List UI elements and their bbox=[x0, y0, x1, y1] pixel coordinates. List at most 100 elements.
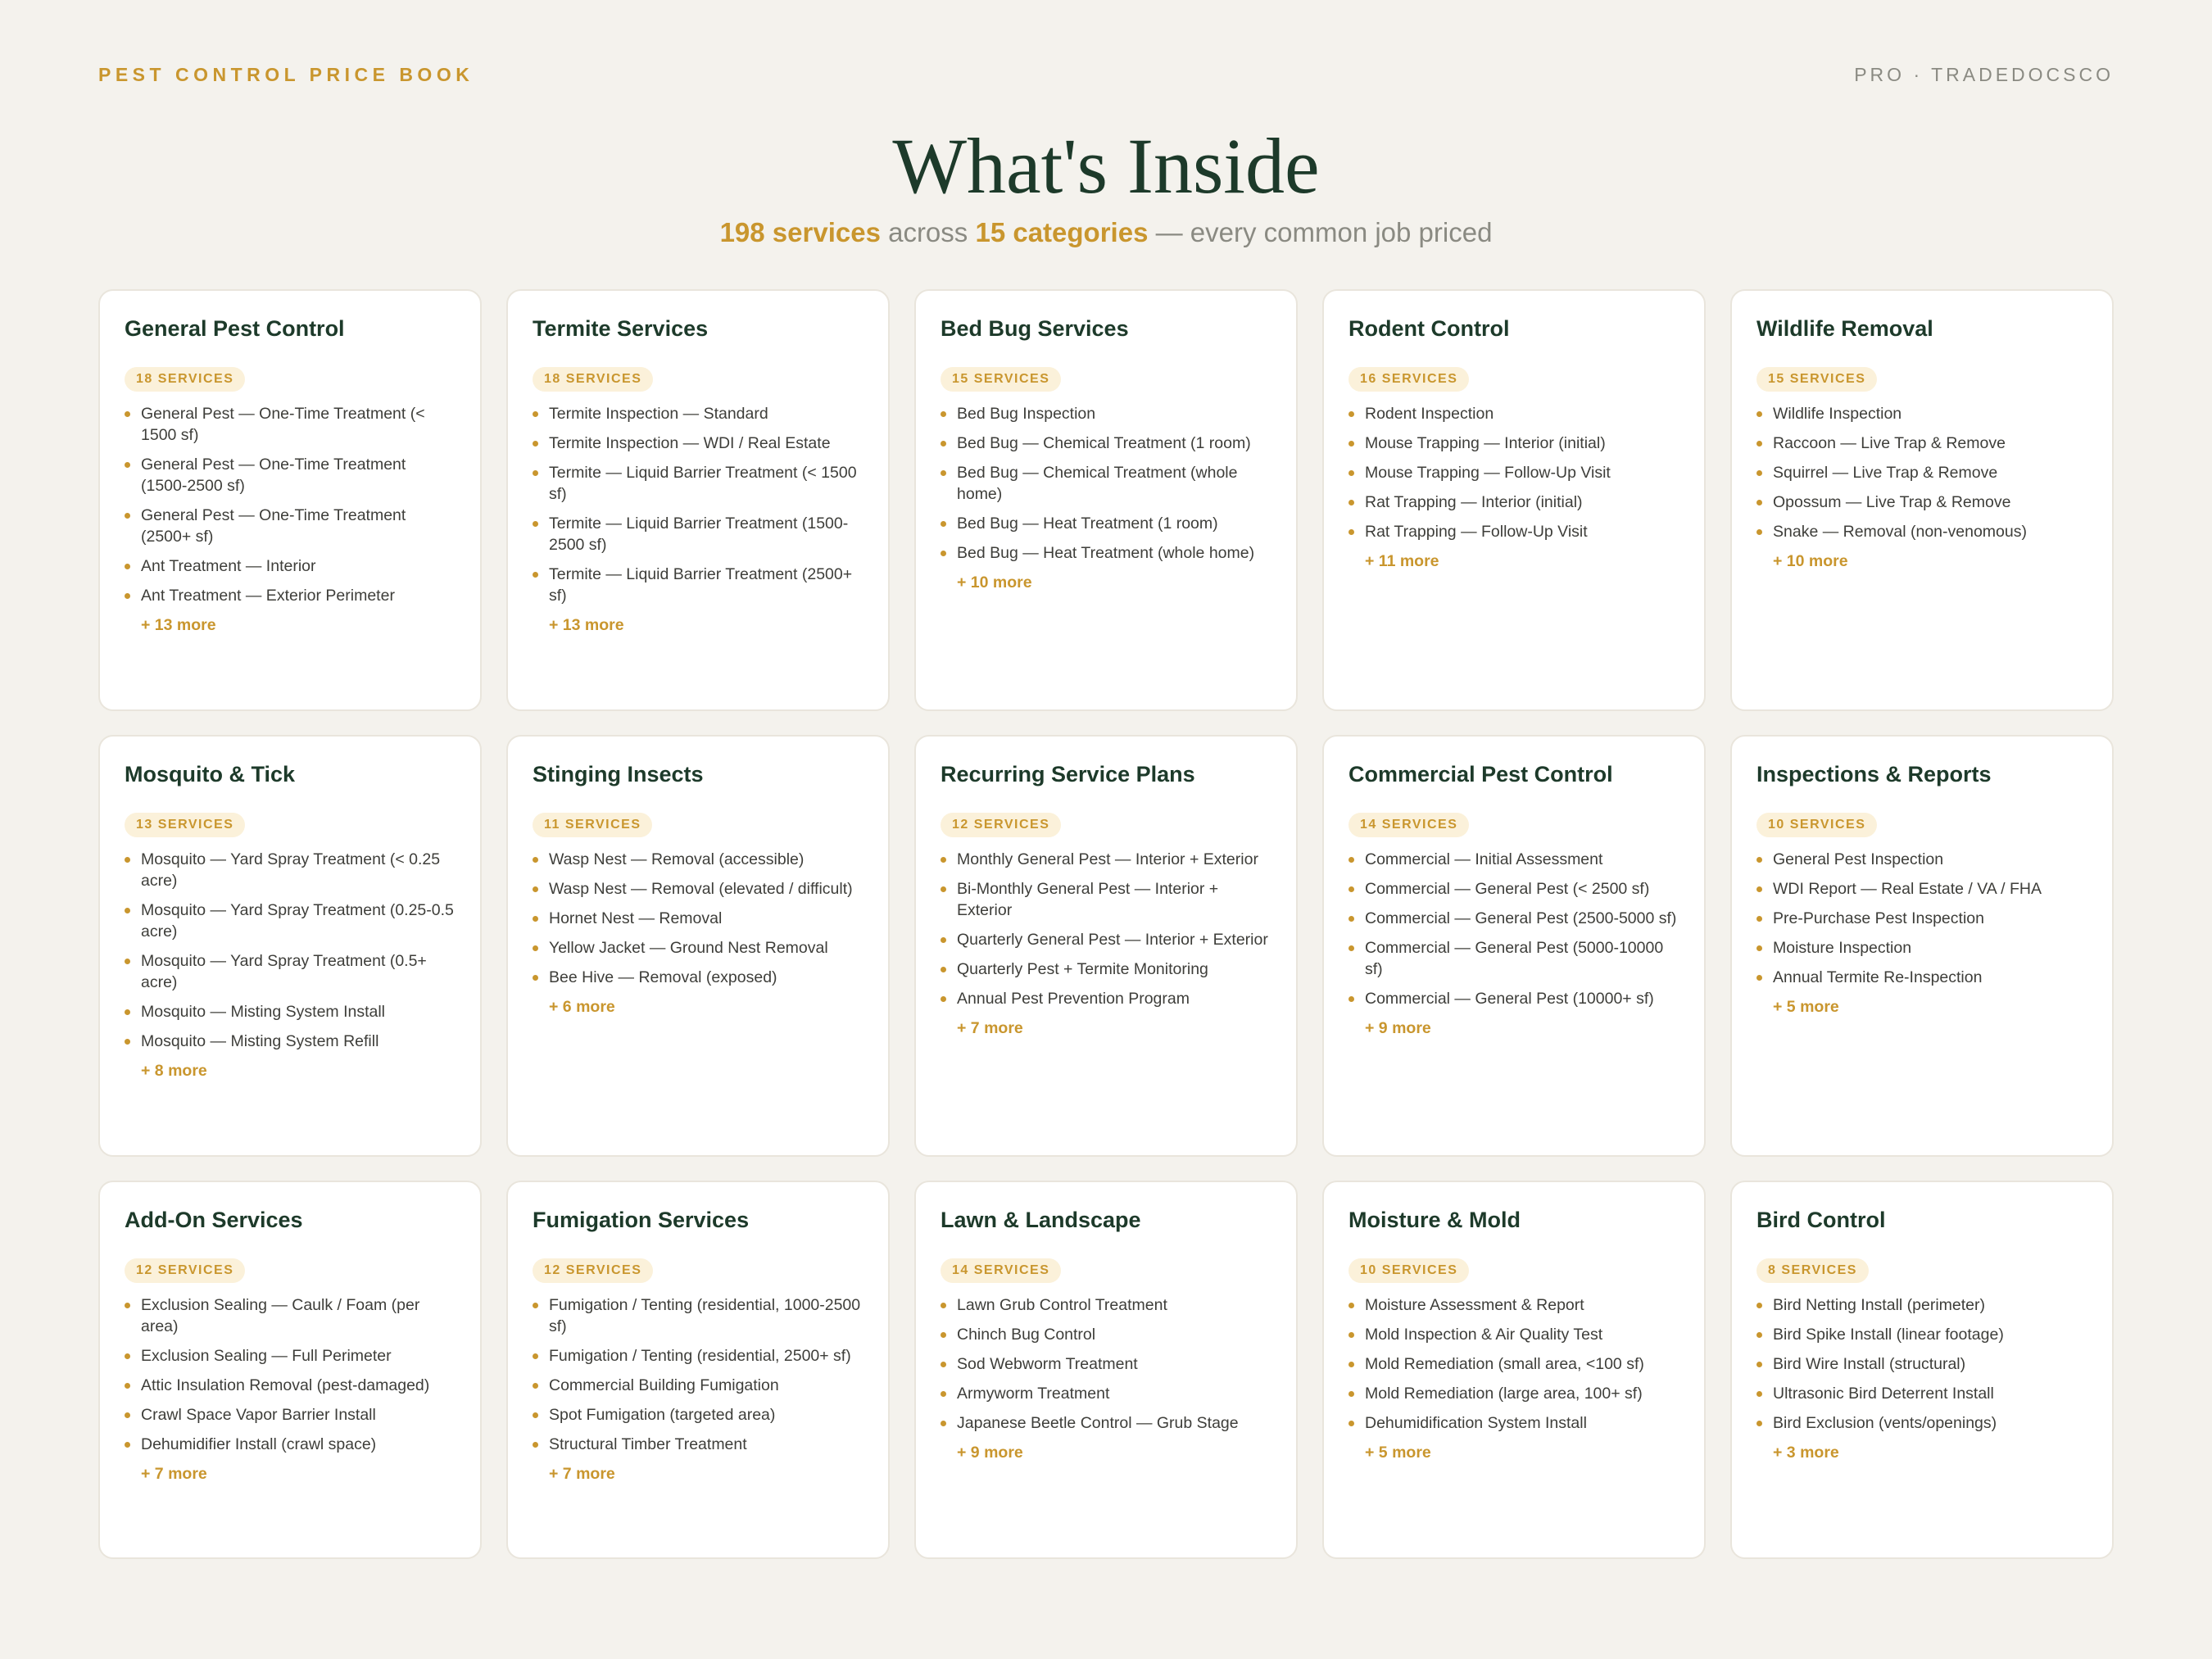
service-item: Quarterly General Pest — Interior + Exte… bbox=[941, 929, 1271, 950]
service-item: Mold Remediation (large area, 100+ sf) bbox=[1349, 1383, 1679, 1404]
service-count-badge: 14 SERVICES bbox=[941, 1258, 1062, 1283]
service-item: Bird Wire Install (structural) bbox=[1756, 1353, 2087, 1375]
category-title: Wildlife Removal bbox=[1756, 316, 1933, 341]
service-count-badge: 15 SERVICES bbox=[1756, 367, 1878, 392]
category-card: Bed Bug Services 15 SERVICES Bed Bug Inspe… bbox=[914, 289, 1298, 711]
service-item: Monthly General Pest — Interior + Exteri… bbox=[941, 849, 1271, 870]
category-title: Lawn & Landscape bbox=[941, 1208, 1141, 1232]
service-count-badge: 16 SERVICES bbox=[1349, 367, 1470, 392]
service-item: Mosquito — Misting System Install bbox=[125, 1001, 456, 1022]
service-item: Squirrel — Live Trap & Remove bbox=[1756, 462, 2087, 483]
service-item: Bed Bug — Heat Treatment (whole home) bbox=[941, 542, 1271, 564]
more-services-count: + 5 more bbox=[1365, 1444, 1431, 1462]
service-count-badge: 14 SERVICES bbox=[1349, 813, 1470, 837]
more-services-count: + 3 more bbox=[1773, 1444, 1839, 1462]
category-card: Termite Services 18 SERVICES Termite Inspe… bbox=[506, 289, 890, 711]
category-title: Stinging Insects bbox=[533, 762, 704, 786]
service-item: General Pest — One-Time Treatment (1500-… bbox=[125, 454, 456, 496]
service-count-badge: 15 SERVICES bbox=[941, 367, 1062, 392]
service-item: Ultrasonic Bird Deterrent Install bbox=[1756, 1383, 2087, 1404]
service-list: Mosquito — Yard Spray Treatment (< 0.25 … bbox=[125, 849, 456, 1052]
service-item: Commercial — General Pest (2500-5000 sf) bbox=[1349, 908, 1679, 929]
service-item: Yellow Jacket — Ground Nest Removal bbox=[533, 937, 863, 959]
service-item: Termite Inspection — Standard bbox=[533, 403, 863, 424]
service-list: Termite Inspection — Standard Termite Ins… bbox=[533, 403, 863, 606]
service-list: General Pest — One-Time Treatment (< 150… bbox=[125, 403, 456, 606]
service-list: General Pest Inspection WDI Report — Real… bbox=[1756, 849, 2087, 988]
service-item: Structural Timber Treatment bbox=[533, 1434, 863, 1455]
category-card: Mosquito & Tick 13 SERVICES Mosquito — Yar… bbox=[98, 735, 482, 1157]
more-services-count: + 9 more bbox=[1365, 1019, 1431, 1037]
services-count: 198 services bbox=[719, 217, 881, 247]
category-title: Moisture & Mold bbox=[1349, 1208, 1521, 1232]
service-item: Annual Pest Prevention Program bbox=[941, 988, 1271, 1009]
more-services-count: + 7 more bbox=[549, 1465, 615, 1483]
service-item: General Pest — One-Time Treatment (2500+… bbox=[125, 505, 456, 547]
service-item: Chinch Bug Control bbox=[941, 1324, 1271, 1345]
service-count-badge: 18 SERVICES bbox=[533, 367, 654, 392]
service-item: Mold Inspection & Air Quality Test bbox=[1349, 1324, 1679, 1345]
service-item: Fumigation / Tenting (residential, 2500+… bbox=[533, 1345, 863, 1367]
category-card: Recurring Service Plans 12 SERVICES Monthl… bbox=[914, 735, 1298, 1157]
service-item: Bed Bug — Chemical Treatment (whole home… bbox=[941, 462, 1271, 505]
category-card: Rodent Control 16 SERVICES Rodent Inspecti… bbox=[1322, 289, 1706, 711]
service-item: Termite — Liquid Barrier Treatment (< 15… bbox=[533, 462, 863, 505]
service-count-badge: 8 SERVICES bbox=[1756, 1258, 1869, 1283]
category-card: Bird Control 8 SERVICES Bird Netting Insta… bbox=[1730, 1181, 2114, 1559]
service-count-badge: 18 SERVICES bbox=[125, 367, 246, 392]
service-item: Commercial — General Pest (10000+ sf) bbox=[1349, 988, 1679, 1009]
service-item: Mouse Trapping — Interior (initial) bbox=[1349, 433, 1679, 454]
service-item: Spot Fumigation (targeted area) bbox=[533, 1404, 863, 1426]
service-count-badge: 10 SERVICES bbox=[1349, 1258, 1470, 1283]
category-title: Rodent Control bbox=[1349, 316, 1510, 341]
subtitle-rest: — every common job priced bbox=[1148, 217, 1493, 247]
category-card: Moisture & Mold 10 SERVICES Moisture Asses… bbox=[1322, 1181, 1706, 1559]
category-title: Inspections & Reports bbox=[1756, 762, 1992, 786]
service-list: Bed Bug Inspection Bed Bug — Chemical Tre… bbox=[941, 403, 1271, 564]
service-item: Wasp Nest — Removal (elevated / difficul… bbox=[533, 878, 863, 900]
service-item: General Pest Inspection bbox=[1756, 849, 2087, 870]
service-item: Rat Trapping — Follow-Up Visit bbox=[1349, 521, 1679, 542]
service-item: Snake — Removal (non-venomous) bbox=[1756, 521, 2087, 542]
service-list: Moisture Assessment & Report Mold Inspect… bbox=[1349, 1294, 1679, 1434]
service-item: Bed Bug — Chemical Treatment (1 room) bbox=[941, 433, 1271, 454]
category-card: Lawn & Landscape 14 SERVICES Lawn Grub Con… bbox=[914, 1181, 1298, 1559]
more-services-count: + 13 more bbox=[549, 616, 624, 634]
service-item: Bird Netting Install (perimeter) bbox=[1756, 1294, 2087, 1316]
service-item: Commercial — General Pest (5000-10000 sf… bbox=[1349, 937, 1679, 980]
service-item: Wildlife Inspection bbox=[1756, 403, 2087, 424]
service-item: Commercial Building Fumigation bbox=[533, 1375, 863, 1396]
service-item: Rat Trapping — Interior (initial) bbox=[1349, 492, 1679, 513]
service-item: Wasp Nest — Removal (accessible) bbox=[533, 849, 863, 870]
subtitle-across: across bbox=[880, 217, 976, 247]
service-item: Exclusion Sealing — Caulk / Foam (per ar… bbox=[125, 1294, 456, 1337]
service-item: WDI Report — Real Estate / VA / FHA bbox=[1756, 878, 2087, 900]
service-item: Mosquito — Yard Spray Treatment (< 0.25 … bbox=[125, 849, 456, 891]
service-count-badge: 11 SERVICES bbox=[533, 813, 653, 837]
service-item: Pre-Purchase Pest Inspection bbox=[1756, 908, 2087, 929]
service-list: Exclusion Sealing — Caulk / Foam (per ar… bbox=[125, 1294, 456, 1455]
service-item: Dehumidifier Install (crawl space) bbox=[125, 1434, 456, 1455]
more-services-count: + 13 more bbox=[141, 616, 216, 634]
service-count-badge: 12 SERVICES bbox=[125, 1258, 246, 1283]
service-count-badge: 12 SERVICES bbox=[941, 813, 1062, 837]
service-list: Wasp Nest — Removal (accessible) Wasp Nes… bbox=[533, 849, 863, 988]
category-card: Inspections & Reports 10 SERVICES General … bbox=[1730, 735, 2114, 1157]
more-services-count: + 7 more bbox=[957, 1019, 1023, 1037]
service-item: Mouse Trapping — Follow-Up Visit bbox=[1349, 462, 1679, 483]
service-item: Mold Remediation (small area, <100 sf) bbox=[1349, 1353, 1679, 1375]
service-item: Bee Hive — Removal (exposed) bbox=[533, 967, 863, 988]
service-item: Bed Bug — Heat Treatment (1 room) bbox=[941, 513, 1271, 534]
service-item: Bird Exclusion (vents/openings) bbox=[1756, 1412, 2087, 1434]
service-item: Mosquito — Yard Spray Treatment (0.25-0.… bbox=[125, 900, 456, 942]
page-subtitle: 198 services across 15 categories — ever… bbox=[0, 217, 2212, 248]
service-item: Dehumidification System Install bbox=[1349, 1412, 1679, 1434]
category-card: Stinging Insects 11 SERVICES Wasp Nest — R… bbox=[506, 735, 890, 1157]
service-list: Monthly General Pest — Interior + Exteri… bbox=[941, 849, 1271, 1009]
service-item: Ant Treatment — Exterior Perimeter bbox=[125, 585, 456, 606]
category-grid: General Pest Control 18 SERVICES General P… bbox=[98, 289, 2114, 1559]
more-services-count: + 5 more bbox=[1773, 998, 1839, 1016]
more-services-count: + 6 more bbox=[549, 998, 615, 1016]
service-item: Hornet Nest — Removal bbox=[533, 908, 863, 929]
service-item: Rodent Inspection bbox=[1349, 403, 1679, 424]
